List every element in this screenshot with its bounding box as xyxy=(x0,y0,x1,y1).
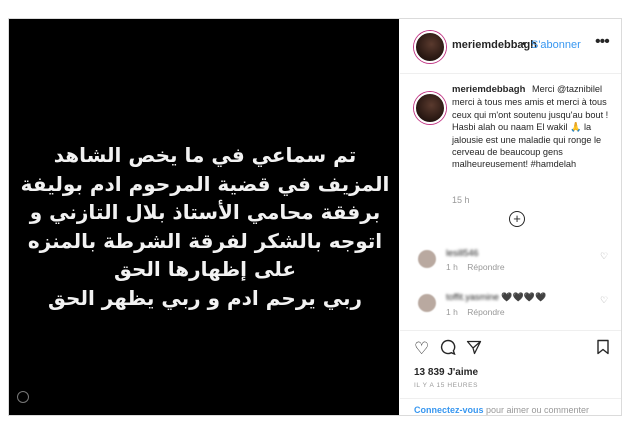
avatar[interactable] xyxy=(414,31,446,63)
more-dots-icon[interactable]: ••• xyxy=(595,33,610,51)
corner-badge-icon xyxy=(17,391,29,403)
login-rest: pour aimer ou commenter xyxy=(483,405,590,415)
caption-time[interactable]: 15 h xyxy=(452,195,470,205)
comment-heart-icon[interactable]: ♡ xyxy=(600,251,608,262)
follow-button[interactable]: S'abonner xyxy=(531,39,581,51)
comment-icon[interactable] xyxy=(440,339,456,360)
reply-button[interactable]: Répondre xyxy=(467,307,504,317)
comment-text: 🖤🖤🖤🖤 xyxy=(501,292,547,302)
comment-heart-icon[interactable]: ♡ xyxy=(600,295,608,306)
post-text-line: اتوجه بالشكر لفرقة الشرطة بالمنزه xyxy=(27,228,383,253)
post-text-line: على إظهارها الحق xyxy=(113,257,297,282)
caption-username[interactable]: meriemdebbagh xyxy=(452,84,525,95)
plus-circle-icon[interactable]: + xyxy=(509,211,525,227)
share-icon[interactable] xyxy=(466,339,482,360)
post-text-line: ربي يرحم ادم و ربي يظهر الحق xyxy=(48,285,362,310)
heart-icon[interactable]: ♡ xyxy=(414,339,429,359)
post-timestamp[interactable]: IL Y A 15 HEURES xyxy=(414,382,478,389)
likes-count[interactable]: 13 839 J'aime xyxy=(414,367,478,378)
reply-button[interactable]: Répondre xyxy=(467,262,504,272)
comment-avatar[interactable] xyxy=(418,250,436,268)
post-text-line: برفقة محامي الأستاذ بلال التازني و xyxy=(29,200,381,225)
post-sidebar: meriemdebbagh • S'abonner ••• meriemdebb… xyxy=(400,19,621,415)
comment-username[interactable]: lesill546 xyxy=(446,248,479,258)
post-image[interactable]: تم سماعي في ما يخص الشاهد المزيف في قضية… xyxy=(9,19,399,415)
instagram-post: تم سماعي في ما يخص الشاهد المزيف في قضية… xyxy=(8,18,622,416)
caption-avatar[interactable] xyxy=(414,92,446,124)
post-image-text: تم سماعي في ما يخص الشاهد المزيف في قضية… xyxy=(19,141,391,313)
caption-text: Merci @taznibilel merci à tous mes amis … xyxy=(452,84,609,170)
login-prompt: Connectez-vous pour aimer ou commenter xyxy=(400,398,621,417)
comment-time: 1 h xyxy=(446,262,458,272)
login-link[interactable]: Connectez-vous xyxy=(414,405,484,415)
comment-username[interactable]: toffit.yasmine xyxy=(446,292,499,302)
comment-line: toffit.yasmine 🖤🖤🖤🖤 xyxy=(446,292,546,303)
comment-time: 1 h xyxy=(446,307,458,317)
post-text-line: تم سماعي في ما يخص الشاهد xyxy=(53,143,357,167)
bookmark-icon[interactable] xyxy=(596,339,610,360)
caption: meriemdebbagh Merci @taznibilel merci à … xyxy=(452,83,612,171)
post-header: meriemdebbagh • S'abonner ••• xyxy=(400,19,621,74)
comment-avatar[interactable] xyxy=(418,294,436,312)
comment-meta: 1 h Répondre xyxy=(446,262,505,272)
post-text-line: المزيف في قضية المرحوم ادم بوليفة xyxy=(20,171,390,196)
comment-meta: 1 h Répondre xyxy=(446,307,505,317)
post-actions: ♡ 13 839 J'aime IL Y A 15 HEURES Connect… xyxy=(400,330,621,416)
header-separator: • xyxy=(522,38,526,50)
